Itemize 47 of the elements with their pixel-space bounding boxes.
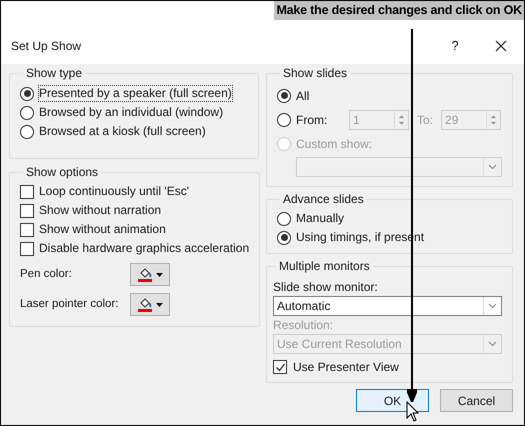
radio-label[interactable]: Presented by a speaker (full screen) xyxy=(39,86,232,101)
checkbox[interactable] xyxy=(20,204,34,218)
color-picker-button[interactable] xyxy=(130,263,170,286)
annotation-label: Make the desired changes and click on OK xyxy=(274,1,524,20)
mouse-pointer-icon xyxy=(406,401,420,422)
radio-button[interactable] xyxy=(20,124,34,138)
color-picker-button[interactable] xyxy=(130,293,170,316)
checkbox[interactable] xyxy=(20,184,34,198)
radio-button[interactable] xyxy=(277,230,291,244)
radio-label[interactable]: All xyxy=(296,86,310,104)
dialog-button[interactable]: Cancel xyxy=(440,389,513,412)
group-title: Multiple monitors xyxy=(278,258,371,275)
to-label: To: xyxy=(417,112,434,128)
window-title: Set Up Show xyxy=(11,38,82,55)
color-label: Laser pointer color: xyxy=(20,296,120,312)
group-title: Show type xyxy=(25,65,84,82)
checkbox[interactable] xyxy=(20,222,34,236)
checkbox-label[interactable]: Show without animation xyxy=(39,222,166,237)
checkbox-label[interactable]: Loop continuously until 'Esc' xyxy=(39,184,190,199)
radio-button[interactable] xyxy=(277,88,291,102)
radio-label[interactable]: Browsed by an individual (window) xyxy=(39,105,224,120)
color-label: Pen color: xyxy=(20,266,73,282)
dialog-button[interactable]: OK xyxy=(356,389,429,412)
dropdown-triangle-icon xyxy=(156,272,162,276)
radio-button[interactable] xyxy=(277,112,291,126)
checkbox-label[interactable]: Use Presenter View xyxy=(293,358,399,376)
radio-label[interactable]: Manually xyxy=(296,211,344,226)
paint-bucket-icon xyxy=(138,268,152,278)
dropdown-triangle-icon xyxy=(156,302,162,306)
radio-button[interactable] xyxy=(277,212,291,226)
checkbox[interactable] xyxy=(20,242,34,256)
monitor-label: Slide show monitor: xyxy=(273,279,379,296)
group-title: Advance slides xyxy=(282,191,365,208)
radio-button[interactable] xyxy=(20,86,34,100)
group-title: Show options xyxy=(25,164,100,181)
checkbox-label[interactable]: Show without narration xyxy=(39,203,162,218)
checkbox-label[interactable]: Disable hardware graphics acceleration xyxy=(39,241,250,256)
radio-label[interactable]: From: xyxy=(296,110,344,128)
radio-button[interactable] xyxy=(20,106,34,120)
checkbox[interactable] xyxy=(273,360,287,374)
close-icon xyxy=(495,40,507,52)
monitor-dropdown[interactable]: Automatic xyxy=(273,296,502,316)
radio-label[interactable]: Browsed at a kiosk (full screen) xyxy=(39,124,206,139)
paint-bucket-icon xyxy=(138,298,152,308)
group-title: Show slides xyxy=(282,65,348,82)
resolution-label: Resolution: xyxy=(273,317,334,334)
help-button[interactable]: ? xyxy=(440,36,470,56)
